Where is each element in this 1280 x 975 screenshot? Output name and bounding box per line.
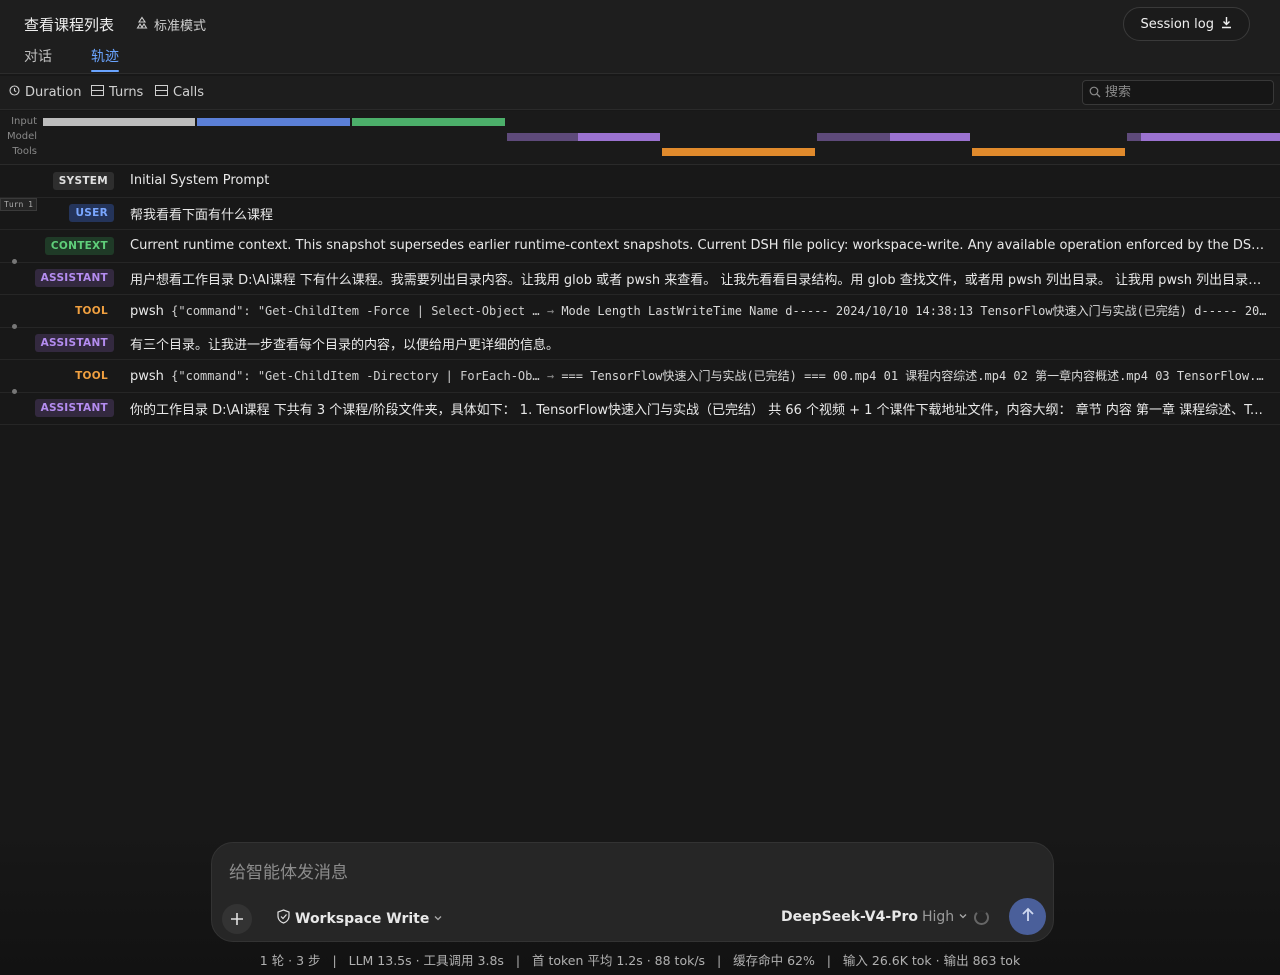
role-badge-context: CONTEXT	[44, 236, 114, 255]
timeline-bar-model-wait[interactable]	[817, 133, 890, 141]
row-message: 用户想看工作目录 D:\AI课程 下有什么课程。我需要列出目录内容。让我用 gl…	[130, 272, 1270, 288]
duration-label: Duration	[25, 85, 82, 100]
status-bar: 1 轮 · 3 步 | LLM 13.5s · 工具调用 3.8s | 首 to…	[259, 953, 1021, 968]
search-input[interactable]	[1105, 85, 1265, 100]
tool-command: {"command": "Get-ChildItem -Directory | …	[171, 369, 540, 384]
trace-row[interactable]: CONTEXT Current runtime context. This sn…	[0, 230, 1280, 264]
role-badge-system: SYSTEM	[52, 171, 114, 190]
timeline-bar-model[interactable]	[578, 133, 660, 141]
turns-label: Turns	[109, 85, 144, 100]
timeline-bar-model[interactable]	[1141, 133, 1280, 141]
workspace-permission-dropdown[interactable]: Workspace Write	[276, 909, 443, 928]
tool-call-message: pwsh {"command": "Get-ChildItem -Directo…	[130, 367, 1270, 384]
trace-row[interactable]: ASSISTANT 用户想看工作目录 D:\AI课程 下有什么课程。我需要列出目…	[0, 263, 1280, 295]
lane-label-input: Input	[11, 116, 37, 127]
shield-icon	[276, 909, 291, 928]
arrow-icon: →	[546, 304, 555, 319]
loading-spinner-icon	[974, 910, 989, 925]
timeline-bar-model[interactable]	[890, 133, 970, 141]
calls-toggle[interactable]: Calls	[155, 85, 204, 100]
search-icon	[1089, 83, 1101, 102]
clock-icon	[9, 85, 20, 100]
timeline-bar-user[interactable]	[197, 118, 350, 126]
row-message: 帮我看看下面有什么课程	[130, 207, 274, 223]
lane-label-model: Model	[6, 131, 37, 142]
recycle-icon	[135, 16, 149, 34]
chevron-down-icon	[958, 909, 968, 925]
lane-label-tools: Tools	[12, 146, 37, 157]
role-badge-tool: TOOL	[75, 304, 108, 317]
row-message: Initial System Prompt	[130, 173, 270, 189]
send-button[interactable]	[1009, 898, 1046, 935]
row-message: Current runtime context. This snapshot s…	[130, 238, 1270, 254]
arrow-icon: →	[546, 369, 555, 384]
trace-row[interactable]: ASSISTANT 有三个目录。让我进一步查看每个目录的内容，以便给用户更详细的…	[0, 328, 1280, 360]
tab-conversation[interactable]: 对话	[24, 46, 52, 66]
rows-icon	[155, 85, 168, 100]
trace-row[interactable]: SYSTEM Initial System Prompt	[0, 165, 1280, 198]
tool-result: Mode Length LastWriteTime Name d----- 20…	[561, 304, 1270, 319]
role-badge-assistant: ASSISTANT	[34, 334, 114, 353]
chevron-down-icon	[433, 911, 443, 927]
app-header: 查看课程列表 标准模式 对话 轨迹 Session log	[0, 0, 1280, 74]
role-badge-assistant: ASSISTANT	[34, 399, 114, 418]
workspace-label: Workspace Write	[295, 910, 430, 927]
session-log-label: Session log	[1140, 16, 1214, 32]
duration-toggle[interactable]: Duration	[9, 85, 81, 100]
message-input[interactable]	[229, 858, 1029, 888]
tool-name: pwsh	[130, 369, 164, 385]
model-level: High	[921, 909, 955, 925]
role-badge-assistant: ASSISTANT	[34, 269, 114, 288]
trace-list: SYSTEM Initial System Prompt Turn 1 USER…	[0, 165, 1280, 425]
turn-tag: Turn 1	[0, 197, 37, 211]
tab-trace[interactable]: 轨迹	[91, 46, 119, 72]
calls-label: Calls	[173, 85, 205, 100]
row-message: 你的工作目录 D:\AI课程 下共有 3 个课程/阶段文件夹，具体如下： 1. …	[130, 402, 1270, 418]
trace-row[interactable]: TOOL pwsh {"command": "Get-ChildItem -Fo…	[0, 295, 1280, 329]
model-name: DeepSeek-V4-Pro	[781, 909, 918, 925]
plus-icon	[230, 907, 244, 931]
tool-name: pwsh	[130, 304, 164, 320]
tool-call-message: pwsh {"command": "Get-ChildItem -Force |…	[130, 302, 1270, 319]
attach-button[interactable]	[222, 904, 252, 934]
model-selector[interactable]: DeepSeek-V4-Pro High	[781, 909, 968, 925]
timeline-bar-model-wait[interactable]	[1127, 133, 1141, 141]
timeline-bar-tool[interactable]	[972, 148, 1125, 156]
role-badge-tool: TOOL	[75, 369, 108, 382]
timeline-chart: Input Model Tools	[0, 111, 1280, 165]
page-title: 查看课程列表	[24, 16, 115, 34]
timeline-bar-model-wait[interactable]	[507, 133, 578, 141]
mode-indicator[interactable]: 标准模式	[135, 15, 206, 34]
trace-row[interactable]: ASSISTANT 你的工作目录 D:\AI课程 下共有 3 个课程/阶段文件夹…	[0, 393, 1280, 425]
timeline-bar-system[interactable]	[43, 118, 195, 126]
role-badge-user: USER	[69, 204, 114, 223]
timeline-bar-context[interactable]	[352, 118, 505, 126]
timeline-bar-tool[interactable]	[662, 148, 815, 156]
search-box[interactable]	[1082, 80, 1274, 105]
trace-row[interactable]: TOOL pwsh {"command": "Get-ChildItem -Di…	[0, 360, 1280, 394]
message-composer: Workspace Write DeepSeek-V4-Pro High	[211, 842, 1054, 942]
row-message: 有三个目录。让我进一步查看每个目录的内容，以便给用户更详细的信息。	[130, 337, 560, 353]
tool-command: {"command": "Get-ChildItem -Force | Sele…	[171, 304, 540, 319]
tool-result: === TensorFlow快速入门与实战(已完结) === 00.mp4 01…	[561, 369, 1270, 384]
trace-toolbar: Duration Turns Calls	[0, 76, 1280, 110]
trace-row[interactable]: Turn 1 USER 帮我看看下面有什么课程	[0, 197, 1280, 230]
rows-icon	[91, 85, 104, 100]
mode-label: 标准模式	[154, 19, 207, 34]
download-icon	[1220, 16, 1233, 33]
arrow-up-icon	[1020, 907, 1036, 927]
turns-toggle[interactable]: Turns	[91, 85, 143, 100]
session-log-button[interactable]: Session log	[1123, 7, 1250, 41]
